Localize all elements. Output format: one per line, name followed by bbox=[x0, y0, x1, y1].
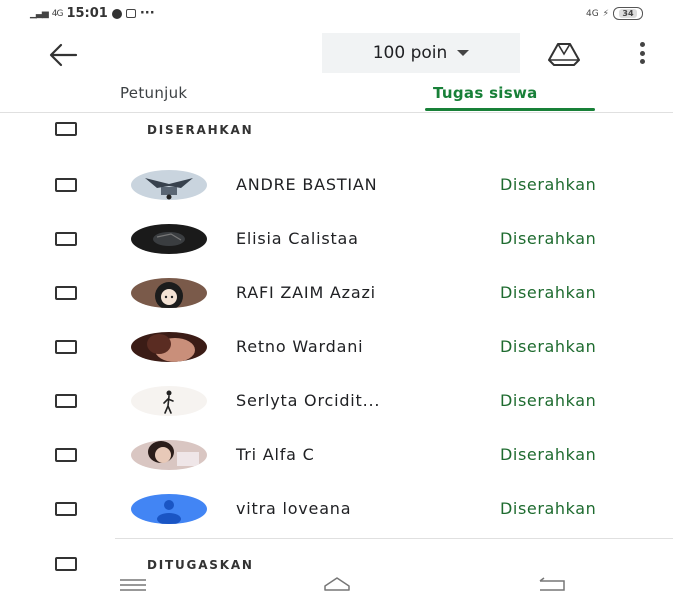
student-name: Retno Wardani bbox=[236, 337, 364, 356]
avatar bbox=[131, 332, 207, 362]
select-all-assigned-checkbox[interactable] bbox=[55, 557, 77, 571]
student-name: Tri Alfa C bbox=[236, 445, 315, 464]
avatar bbox=[131, 440, 207, 470]
gallery-icon bbox=[125, 9, 136, 18]
avatar bbox=[131, 170, 207, 200]
network-type: 4G bbox=[51, 8, 64, 19]
tab-student-work[interactable]: Tugas siswa bbox=[433, 84, 538, 102]
submission-status: Diserahkan bbox=[500, 337, 597, 356]
student-checkbox[interactable] bbox=[55, 448, 77, 462]
student-name: ANDRE BASTIAN bbox=[236, 175, 378, 194]
student-name: vitra loveana bbox=[236, 499, 352, 518]
avatar bbox=[131, 386, 207, 416]
active-tab-indicator bbox=[425, 108, 595, 111]
status-bar: ▁▃▅ 4G 15:01 ··· 4G ⚡ 34 bbox=[0, 0, 673, 30]
student-name: RAFI ZAIM Azazi bbox=[236, 283, 376, 302]
charging-icon: ⚡ bbox=[602, 8, 609, 19]
tab-instructions[interactable]: Petunjuk bbox=[120, 84, 187, 102]
submission-status: Diserahkan bbox=[500, 283, 597, 302]
select-all-submitted-checkbox[interactable] bbox=[55, 122, 77, 136]
student-checkbox[interactable] bbox=[55, 394, 77, 408]
drive-icon[interactable] bbox=[548, 42, 580, 66]
student-row[interactable]: Retno Wardani Diserahkan bbox=[0, 320, 673, 374]
home-icon[interactable] bbox=[324, 577, 350, 591]
student-name: Elisia Calistaa bbox=[236, 229, 359, 248]
recent-apps-icon[interactable] bbox=[120, 579, 146, 591]
student-row[interactable]: vitra loveana Diserahkan bbox=[0, 482, 673, 536]
student-checkbox[interactable] bbox=[55, 502, 77, 516]
student-row[interactable]: RAFI ZAIM Azazi Diserahkan bbox=[0, 266, 673, 320]
notification-icon bbox=[111, 8, 122, 19]
submission-status: Diserahkan bbox=[500, 175, 597, 194]
status-bar-right: 4G ⚡ 34 bbox=[586, 7, 643, 20]
student-row[interactable]: Elisia Calistaa Diserahkan bbox=[0, 212, 673, 266]
student-row[interactable]: ANDRE BASTIAN Diserahkan bbox=[0, 158, 673, 212]
student-checkbox[interactable] bbox=[55, 286, 77, 300]
default-avatar-icon bbox=[131, 494, 207, 524]
submission-status: Diserahkan bbox=[500, 391, 597, 410]
section-divider bbox=[115, 538, 673, 539]
more-vert-icon[interactable] bbox=[640, 42, 648, 64]
section-submitted-heading: DISERAHKAN bbox=[147, 123, 254, 137]
system-navigation-bar bbox=[120, 577, 565, 591]
student-row[interactable]: Serlyta Orcidit... Diserahkan bbox=[0, 374, 673, 428]
clock: 15:01 bbox=[66, 6, 108, 21]
student-row[interactable]: Tri Alfa C Diserahkan bbox=[0, 428, 673, 482]
submission-status: Diserahkan bbox=[500, 445, 597, 464]
arrow-back-icon[interactable] bbox=[48, 42, 78, 68]
student-checkbox[interactable] bbox=[55, 232, 77, 246]
section-assigned-heading: DITUGASKAN bbox=[147, 558, 254, 572]
points-dropdown[interactable]: 100 poin bbox=[322, 33, 520, 73]
signal-icon: ▁▃▅ bbox=[30, 8, 49, 19]
battery-level: 34 bbox=[619, 9, 637, 18]
submission-status: Diserahkan bbox=[500, 229, 597, 248]
student-checkbox[interactable] bbox=[55, 178, 77, 192]
student-name: Serlyta Orcidit... bbox=[236, 391, 381, 410]
tabs-divider bbox=[0, 112, 673, 113]
points-label: 100 poin bbox=[372, 43, 448, 63]
battery-icon: 34 bbox=[613, 7, 643, 20]
avatar bbox=[131, 278, 207, 308]
submission-status: Diserahkan bbox=[500, 499, 597, 518]
network-speed: 4G bbox=[585, 8, 599, 19]
avatar bbox=[131, 224, 207, 254]
more-notifications: ··· bbox=[139, 6, 155, 21]
tab-bar: Petunjuk Tugas siswa bbox=[0, 78, 673, 112]
back-nav-icon[interactable] bbox=[539, 577, 565, 591]
student-checkbox[interactable] bbox=[55, 340, 77, 354]
status-bar-left: ▁▃▅ 4G 15:01 ··· bbox=[30, 6, 155, 21]
caret-down-icon bbox=[457, 50, 470, 56]
